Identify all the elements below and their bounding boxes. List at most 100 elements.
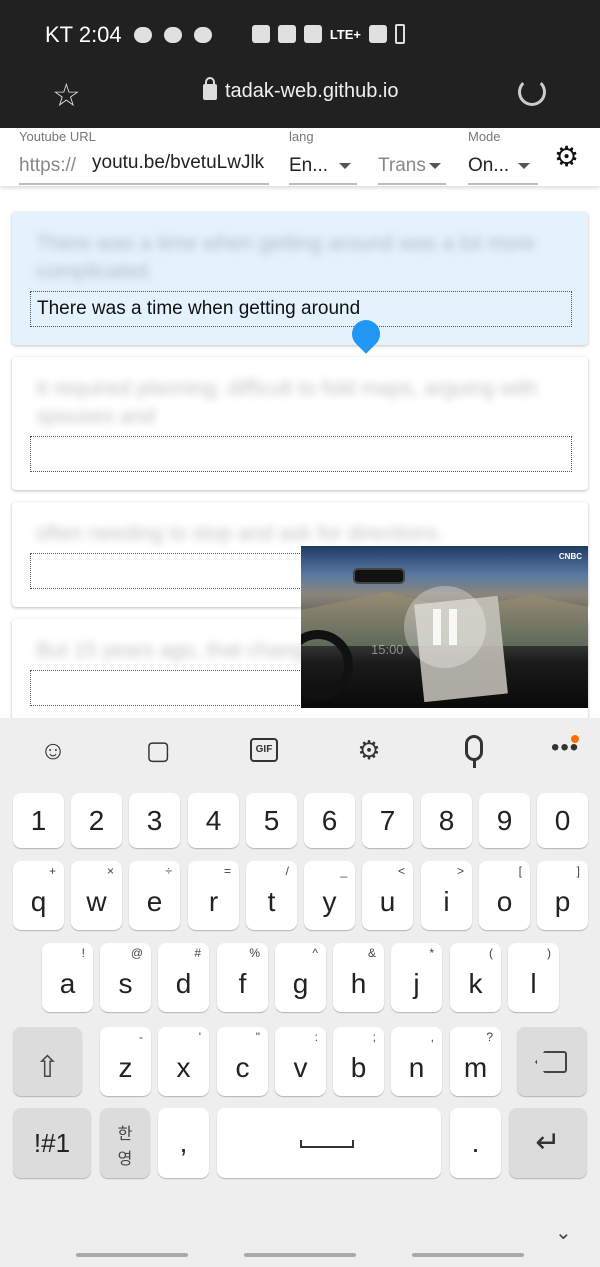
key-hint: = xyxy=(223,864,231,878)
keyboard-settings-icon[interactable]: ⚙ xyxy=(353,734,385,766)
app-notification-icon xyxy=(163,27,182,43)
key-h[interactable]: & h xyxy=(333,943,384,1012)
typing-input[interactable] xyxy=(30,436,572,472)
key-z[interactable]: -z xyxy=(100,1027,151,1096)
youtube-url-input[interactable] xyxy=(92,152,268,174)
key-c[interactable]: " c xyxy=(217,1027,268,1096)
key-char: z xyxy=(118,1052,133,1083)
hide-keyboard-chevron-icon[interactable]: ⌄ xyxy=(555,1220,572,1245)
gesture-hint-left xyxy=(76,1253,188,1257)
key-hint: ^ xyxy=(312,946,318,960)
key-char: s xyxy=(118,968,133,999)
key-5[interactable]: 5 xyxy=(246,793,297,848)
key-char: x xyxy=(176,1052,191,1083)
key-hint: & xyxy=(367,946,376,960)
key-d[interactable]: # d xyxy=(158,943,209,1012)
mode-select-value[interactable]: On... xyxy=(468,155,509,177)
key-t[interactable]: / t xyxy=(246,861,297,930)
key-7[interactable]: 7 xyxy=(362,793,413,848)
key-m[interactable]: ? m xyxy=(450,1027,501,1096)
key-char: l xyxy=(530,968,537,999)
key-i[interactable]: > i xyxy=(421,861,472,930)
chat-notification-icon xyxy=(193,27,212,43)
url-underline xyxy=(19,183,269,185)
gif-icon[interactable]: GIF xyxy=(250,738,278,762)
key-char: i xyxy=(443,886,450,917)
status-left: KT 2:04 xyxy=(45,22,212,48)
subtitle-text: often needing to stop and ask for direct… xyxy=(36,522,444,545)
emoji-icon[interactable]: ☺ xyxy=(37,734,69,766)
key-4[interactable]: 4 xyxy=(188,793,239,848)
lang-caret-icon[interactable] xyxy=(339,163,351,169)
youtube-video-player[interactable]: 15:00 CNBC xyxy=(301,546,588,708)
shift-key[interactable]: ⇧ xyxy=(13,1027,82,1096)
typing-input[interactable] xyxy=(30,291,572,327)
pause-icon[interactable] xyxy=(404,586,486,668)
key-9[interactable]: 9 xyxy=(479,793,530,848)
key-r[interactable]: = r xyxy=(188,861,239,930)
key-j[interactable]: * j xyxy=(391,943,442,1012)
carrier-time: KT 2:04 xyxy=(45,22,122,47)
key-char: a xyxy=(59,968,76,999)
lang-key-korean: 한 xyxy=(117,1126,133,1143)
key-hint: - xyxy=(139,1030,143,1044)
key-u[interactable]: < u xyxy=(362,861,413,930)
language-switch-key[interactable]: 한 영 xyxy=(100,1108,150,1178)
key-hint: ! xyxy=(81,946,85,960)
key-k[interactable]: (k xyxy=(450,943,501,1012)
address-bar[interactable]: tadak-web.github.io xyxy=(203,76,398,103)
key-hint: ? xyxy=(486,1030,493,1044)
key-e[interactable]: ÷ e xyxy=(129,861,180,930)
key-8[interactable]: 8 xyxy=(421,793,472,848)
bookmark-star-icon[interactable]: ☆ xyxy=(52,76,81,114)
key-y[interactable]: _ y xyxy=(304,861,355,930)
key-6[interactable]: 6 xyxy=(304,793,355,848)
key-v[interactable]: :v xyxy=(275,1027,326,1096)
key-char: n xyxy=(408,1052,425,1083)
key-f[interactable]: % f xyxy=(217,943,268,1012)
key-hint: : xyxy=(314,1030,318,1044)
trans-caret-icon[interactable] xyxy=(429,163,441,169)
key-g[interactable]: ^ g xyxy=(275,943,326,1012)
lang-select-value[interactable]: En... xyxy=(289,155,328,177)
comma-key[interactable]: , xyxy=(158,1108,209,1178)
mode-label: Mode xyxy=(468,129,501,144)
symbols-key[interactable]: !#1 xyxy=(13,1108,91,1178)
key-2[interactable]: 2 xyxy=(71,793,122,848)
trans-select-value[interactable]: Trans xyxy=(378,155,426,177)
key-hint: * xyxy=(429,946,434,960)
key-hint: ÷ xyxy=(165,864,172,878)
key-w[interactable]: × w xyxy=(71,861,122,930)
key-0[interactable]: 0 xyxy=(537,793,588,848)
key-char: k xyxy=(468,968,483,999)
key-p[interactable]: ] p xyxy=(537,861,588,930)
key-s[interactable]: @ s xyxy=(100,943,151,1012)
subtitle-card[interactable]: There was a time when getting around was… xyxy=(12,212,588,345)
mic-icon[interactable] xyxy=(465,735,483,761)
settings-gear-icon[interactable]: ⚙ xyxy=(554,140,579,173)
key-x[interactable]: ' x xyxy=(158,1027,209,1096)
period-key[interactable]: . xyxy=(450,1108,501,1178)
mode-caret-icon[interactable] xyxy=(518,163,530,169)
status-bar: KT 2:04 LTE+ xyxy=(0,0,600,68)
status-right: LTE+ xyxy=(251,24,405,44)
enter-key[interactable]: ↵ xyxy=(509,1108,587,1178)
key-q[interactable]: + q xyxy=(13,861,64,930)
sticker-icon[interactable]: ▢ xyxy=(142,734,174,766)
video-timestamp: 15:00 xyxy=(371,642,404,657)
key-n[interactable]: ,n xyxy=(391,1027,442,1096)
key-hint: ( xyxy=(489,946,493,960)
key-char: b xyxy=(350,1052,367,1083)
key-b[interactable]: ; b xyxy=(333,1027,384,1096)
reload-icon[interactable] xyxy=(518,78,546,106)
key-1[interactable]: 1 xyxy=(13,793,64,848)
key-o[interactable]: [o xyxy=(479,861,530,930)
key-hint: × xyxy=(106,864,114,878)
key-3[interactable]: 3 xyxy=(129,793,180,848)
key-char: q xyxy=(30,886,47,917)
key-char: d xyxy=(175,968,192,999)
backspace-key[interactable] xyxy=(517,1027,587,1096)
subtitle-card[interactable]: It required planning, difficult to fold … xyxy=(12,357,588,490)
key-a[interactable]: ! a xyxy=(42,943,93,1012)
key-l[interactable]: ) l xyxy=(508,943,559,1012)
